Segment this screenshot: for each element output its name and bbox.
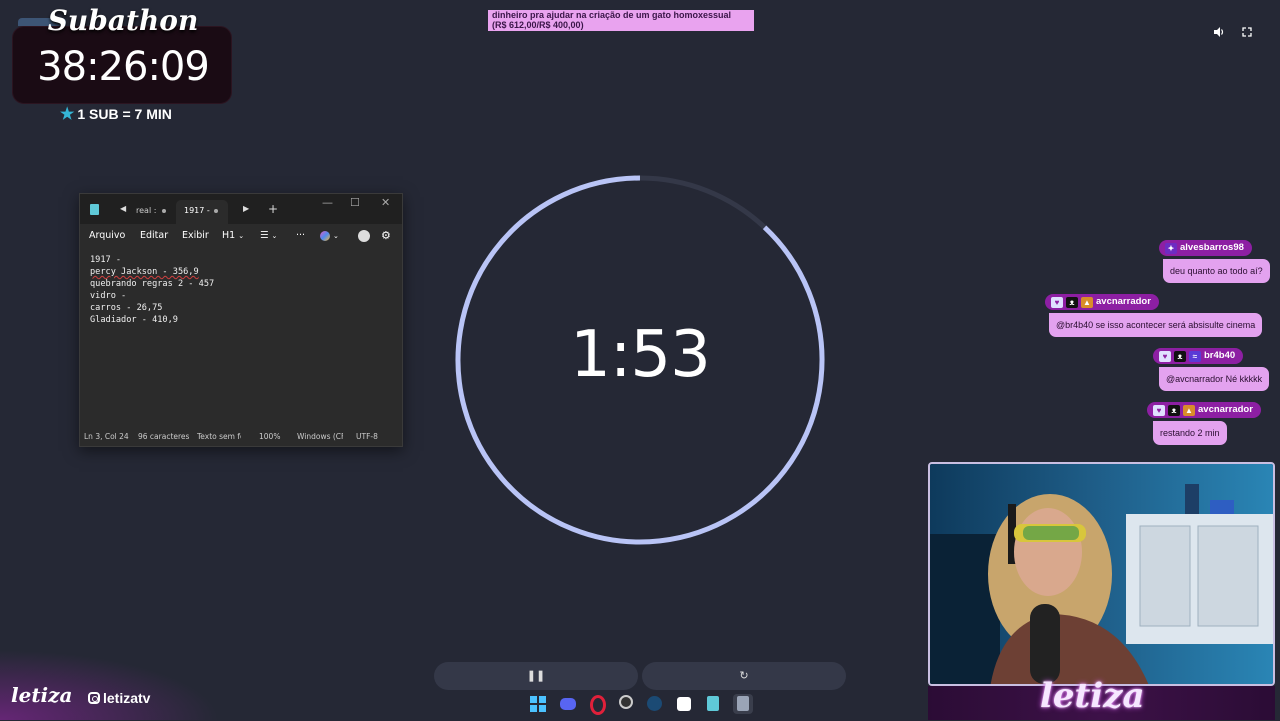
timer-display: 1:53 (570, 318, 711, 392)
subathon-rate-text: 1 SUB = 7 MIN (77, 106, 172, 122)
unsaved-dot (162, 209, 166, 213)
heading-dropdown[interactable]: H1 ⌄ (222, 226, 244, 246)
encoding: UTF-8 (356, 432, 378, 441)
reset-button[interactable]: ↻ (642, 662, 846, 690)
text-format: Texto sem fo (197, 432, 241, 441)
cone-badge-icon: ▲ (1183, 404, 1195, 416)
chat-username-badge: ♥ ᴥ ▲ avcnarrador (1147, 402, 1261, 418)
cat-badge-icon: ᴥ (1066, 296, 1078, 308)
instagram-icon (88, 692, 100, 704)
goal-alert: dinheiro pra ajudar na criação de um gat… (488, 10, 754, 31)
channel-logo: letiza (11, 683, 73, 707)
cat-badge-icon: ᴥ (1174, 350, 1186, 362)
calculator-icon[interactable] (733, 694, 753, 714)
chat-message: deu quanto ao todo aí? (1163, 259, 1270, 283)
minimize-icon[interactable]: — (322, 196, 333, 209)
user-badge-icon: ✦ (1165, 242, 1177, 254)
notepad-taskbar-icon[interactable] (703, 694, 723, 714)
chat-message: @br4b40 se isso acontecer será absisulte… (1049, 313, 1263, 337)
tab-scroll-left-icon[interactable]: ◀ (120, 204, 126, 213)
text-line: quebrando regras 2 - 457 (90, 279, 215, 289)
sub-badge-icon: ≈ (1189, 350, 1201, 362)
close-icon[interactable]: ✕ (381, 196, 390, 209)
star-icon: ★ (60, 106, 75, 123)
text-line: vidro - (90, 291, 127, 301)
tab-1917[interactable]: 1917 - (176, 200, 228, 224)
volume-icon[interactable] (1212, 26, 1226, 40)
list-format-icon[interactable]: ☰ ⌄ (260, 226, 277, 246)
text-line: carros - 26,75 (90, 303, 163, 313)
notepad-statusbar: Ln 3, Col 24 96 caracteres Texto sem fo … (80, 426, 402, 446)
subathon-time: 38:26:09 (37, 44, 210, 90)
goal-amount: (R$ 612,00/R$ 400,00) (492, 20, 584, 30)
notepad-text-area[interactable]: 1917 - percy Jackson - 356,9 quebrando reg… (90, 254, 214, 326)
zoom-level: 100% (259, 432, 281, 441)
obs-icon[interactable] (616, 694, 636, 714)
maximize-icon[interactable]: ☐ (350, 196, 360, 209)
notepad-menubar: Arquivo Editar Exibir H1 ⌄ ☰ ⌄ ··· ⌄ ⚙ (80, 224, 402, 250)
chevron-down-icon: ⌄ (238, 232, 245, 240)
fullscreen-icon[interactable] (1240, 26, 1254, 40)
tab-real[interactable]: real : (128, 200, 172, 224)
capcut-icon[interactable] (674, 694, 694, 714)
heart-badge-icon: ♥ (1153, 404, 1165, 416)
text-line: 1917 - (90, 255, 122, 265)
chat-username-badge: ♥ ᴥ ▲ avcnarrador (1045, 294, 1159, 310)
steam-icon[interactable] (644, 694, 664, 714)
instagram-handle: letizatv (88, 690, 150, 706)
tab-scroll-right-icon[interactable]: ▶ (243, 204, 249, 213)
text-line: percy Jackson - 356,9 (90, 267, 199, 277)
tab-label: 1917 - (184, 206, 210, 215)
reset-icon: ↻ (739, 670, 749, 682)
pause-button[interactable]: ❚❚ (434, 662, 638, 690)
chat-message: @avcnarrador Né kkkkk (1159, 367, 1270, 391)
pause-icon: ❚❚ (526, 670, 546, 682)
menu-exibir[interactable]: Exibir (182, 226, 209, 246)
chat-username: avcnarrador (1198, 404, 1253, 415)
discord-icon[interactable] (558, 694, 578, 714)
chat-message: restando 2 min (1153, 421, 1227, 445)
webcam-image (930, 464, 1273, 684)
notepad-window[interactable]: ◀ real : 1917 - ▶ + — ☐ ✕ Arquivo Editar… (79, 193, 403, 447)
chat-username: br4b40 (1204, 350, 1236, 361)
settings-gear-icon[interactable]: ⚙ (381, 226, 391, 246)
account-icon[interactable] (358, 226, 370, 246)
line-ending: Windows (CF (297, 432, 343, 441)
char-count: 96 caracteres (138, 432, 190, 441)
webcam-feed (928, 462, 1275, 686)
heart-badge-icon: ♥ (1051, 296, 1063, 308)
chat-username-badge: ✦ alvesbarros98 (1159, 240, 1252, 256)
copilot-icon[interactable]: ⌄ (320, 226, 339, 246)
text-line: Gladiador - 410,9 (90, 315, 178, 325)
unsaved-dot (214, 209, 218, 213)
heading-label: H1 (222, 230, 236, 241)
more-icon[interactable]: ··· (296, 226, 305, 246)
notepad-titlebar: ◀ real : 1917 - ▶ + — ☐ ✕ (80, 194, 402, 224)
cone-badge-icon: ▲ (1081, 296, 1093, 308)
chat-username-badge: ♥ ᴥ ≈ br4b40 (1153, 348, 1244, 364)
cat-badge-icon: ᴥ (1168, 404, 1180, 416)
chat-username: alvesbarros98 (1180, 242, 1244, 253)
chat-username: avcnarrador (1096, 296, 1151, 307)
menu-editar[interactable]: Editar (140, 226, 168, 246)
goal-text: dinheiro pra ajudar na criação de um gat… (492, 10, 732, 20)
handle-text: letizatv (103, 690, 151, 706)
subathon-title: Subathon (47, 4, 199, 37)
webcam-logo: letiza (1040, 676, 1145, 716)
windows-start-icon[interactable] (528, 694, 548, 714)
cursor-position: Ln 3, Col 24 (84, 432, 129, 441)
heart-badge-icon: ♥ (1159, 350, 1171, 362)
menu-arquivo[interactable]: Arquivo (89, 226, 125, 246)
subathon-widget: Subathon 38:26:09 (12, 4, 234, 104)
subathon-rate: ★ 1 SUB = 7 MIN (60, 104, 172, 124)
opera-icon[interactable] (588, 694, 608, 715)
add-tab-button[interactable]: + (268, 202, 278, 216)
tab-label: real : (136, 206, 157, 215)
notepad-icon (90, 204, 99, 215)
